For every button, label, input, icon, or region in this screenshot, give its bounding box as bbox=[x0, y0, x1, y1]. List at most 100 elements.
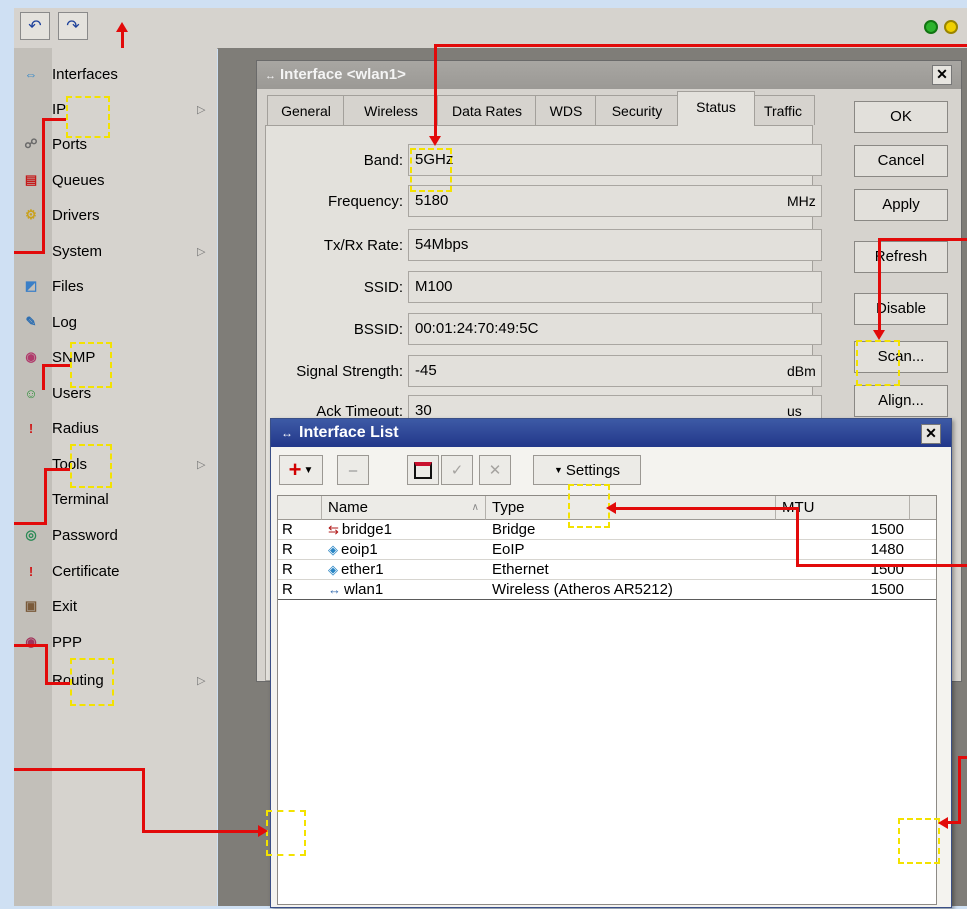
tab-security[interactable]: Security bbox=[595, 95, 679, 125]
interface-list-title[interactable]: ↔ Interface List bbox=[271, 419, 951, 447]
column-header-name[interactable]: Name ∧ bbox=[322, 496, 486, 520]
field-label: Band: bbox=[363, 152, 403, 169]
sidebar-item-label: IP bbox=[52, 100, 67, 118]
annotation-arrowhead bbox=[116, 22, 128, 32]
table-row[interactable]: R ◈ eoip1 EoIP 1480 bbox=[278, 540, 936, 560]
row-type: Bridge bbox=[492, 521, 536, 538]
row-name-cell: ⇆ bridge1 bbox=[328, 520, 484, 539]
comment-button[interactable] bbox=[407, 455, 439, 485]
sidebar-item-label: System bbox=[52, 242, 103, 260]
field-value: M100 bbox=[408, 271, 822, 303]
password-icon: ◎ bbox=[25, 527, 37, 542]
annotation-line bbox=[42, 364, 45, 390]
sidebar-item-log[interactable]: ✎ Log bbox=[22, 307, 77, 337]
annotation-highlight bbox=[568, 484, 610, 528]
annotation-highlight bbox=[70, 658, 114, 706]
disable-button[interactable]: ✕ bbox=[479, 455, 511, 485]
sidebar-item-certificate[interactable]: ! Certificate bbox=[22, 556, 120, 586]
sidebar-item-radius[interactable]: ! Radius bbox=[22, 413, 99, 443]
submenu-arrow-icon: ▷ bbox=[197, 245, 206, 258]
annotation-line bbox=[42, 118, 45, 253]
blank-icon bbox=[22, 100, 40, 118]
sidebar-item-label: Terminal bbox=[52, 490, 109, 508]
annotation-line bbox=[14, 251, 45, 254]
annotation-highlight bbox=[66, 96, 110, 138]
column-header-spacer bbox=[910, 496, 936, 520]
annotation-line bbox=[121, 30, 124, 48]
interface-list-icon: ↔ bbox=[281, 426, 293, 440]
remove-button[interactable]: – bbox=[337, 455, 369, 485]
annotation-arrowhead bbox=[258, 825, 268, 837]
settings-button[interactable]: ▼ Settings bbox=[533, 455, 641, 485]
ok-button[interactable]: OK bbox=[854, 101, 948, 133]
annotation-arrowhead bbox=[938, 817, 948, 829]
tab-data-rates[interactable]: Data Rates bbox=[437, 95, 537, 125]
enable-button[interactable]: ✓ bbox=[441, 455, 473, 485]
close-icon[interactable]: ✕ bbox=[921, 424, 941, 444]
sidebar-item-label: Drivers bbox=[52, 206, 100, 224]
column-header-flags[interactable] bbox=[278, 496, 322, 520]
window-title-text: Interface <wlan1> bbox=[280, 66, 406, 83]
radius-icon: ! bbox=[28, 420, 34, 436]
row-name: ether1 bbox=[341, 561, 384, 578]
row-flag: R bbox=[282, 521, 293, 538]
annotation-arrowhead bbox=[873, 330, 885, 340]
sidebar-item-label: Certificate bbox=[52, 562, 120, 580]
row-type: Ethernet bbox=[492, 561, 549, 578]
annotation-line bbox=[878, 238, 967, 241]
sidebar-item-label: Files bbox=[52, 277, 84, 295]
undo-icon[interactable]: ↶ bbox=[20, 12, 50, 40]
main-toolbar: ↶ ↷ bbox=[14, 8, 967, 49]
field-value: -45 bbox=[408, 355, 822, 387]
sidebar-item-ppp[interactable]: ◉ PPP bbox=[22, 627, 82, 657]
queues-icon: ▤ bbox=[24, 172, 38, 187]
field-label: SSID: bbox=[363, 279, 403, 296]
field-unit: dBm bbox=[787, 363, 816, 379]
row-name-cell: ◈ ether1 bbox=[328, 560, 484, 579]
exit-icon: ▣ bbox=[24, 598, 38, 613]
annotation-arrowhead bbox=[606, 502, 616, 514]
field-value: 54Mbps bbox=[408, 229, 822, 261]
align-button[interactable]: Align... bbox=[854, 385, 948, 417]
annotation-line bbox=[434, 44, 967, 47]
table-row[interactable]: R ↔ wlan1 Wireless (Atheros AR5212) 1500 bbox=[278, 580, 936, 600]
row-name: eoip1 bbox=[341, 541, 378, 558]
add-button[interactable]: + ▼ bbox=[279, 455, 323, 485]
row-flag: R bbox=[282, 561, 293, 578]
refresh-button[interactable]: Refresh bbox=[854, 241, 948, 273]
disable-button[interactable]: Disable bbox=[854, 293, 948, 325]
close-icon[interactable]: ✕ bbox=[932, 65, 952, 85]
cancel-button[interactable]: Cancel bbox=[854, 145, 948, 177]
tab-status[interactable]: Status bbox=[677, 91, 755, 126]
sidebar-item-interfaces[interactable]: ⇔ Interfaces bbox=[22, 59, 118, 89]
interface-table: Name∧ Type MTU R⇆bridge1Bridge1500R◈eoip… bbox=[277, 495, 937, 905]
tab-wds[interactable]: WDS bbox=[535, 95, 597, 125]
sidebar-item-drivers[interactable]: ⚙ Drivers bbox=[22, 200, 100, 230]
tab-general[interactable]: General bbox=[267, 95, 345, 125]
sidebar-item-exit[interactable]: ▣ Exit bbox=[22, 591, 77, 621]
tab-traffic[interactable]: Traffic bbox=[751, 95, 815, 125]
annotation-line bbox=[44, 468, 70, 471]
settings-label: Settings bbox=[565, 461, 621, 479]
row-flag: R bbox=[282, 581, 293, 598]
annotation-line bbox=[142, 768, 145, 832]
apply-button[interactable]: Apply bbox=[854, 189, 948, 221]
redo-icon[interactable]: ↷ bbox=[58, 12, 88, 40]
sidebar-item-terminal[interactable]: Terminal bbox=[22, 484, 109, 514]
files-icon: ◩ bbox=[24, 278, 38, 293]
tab-wireless[interactable]: Wireless bbox=[343, 95, 439, 125]
sidebar-item-label: Queues bbox=[52, 171, 105, 189]
field-label: Frequency: bbox=[327, 193, 403, 210]
sidebar-item-files[interactable]: ◩ Files bbox=[22, 271, 84, 301]
annotation-line bbox=[45, 682, 70, 685]
snmp-icon: ◉ bbox=[25, 349, 37, 364]
sidebar-item-label: Interfaces bbox=[52, 65, 118, 83]
row-name-cell: ↔ wlan1 bbox=[328, 580, 484, 599]
table-row[interactable]: R ◈ ether1 Ethernet 1500 bbox=[278, 560, 936, 580]
blank-icon bbox=[22, 671, 40, 689]
annotation-line bbox=[44, 468, 47, 524]
certificate-icon: ! bbox=[28, 563, 34, 579]
annotation-highlight bbox=[70, 342, 112, 388]
sidebar-item-queues[interactable]: ▤ Queues bbox=[22, 165, 105, 195]
interface-window-title[interactable]: ↔ Interface <wlan1> bbox=[257, 61, 961, 89]
